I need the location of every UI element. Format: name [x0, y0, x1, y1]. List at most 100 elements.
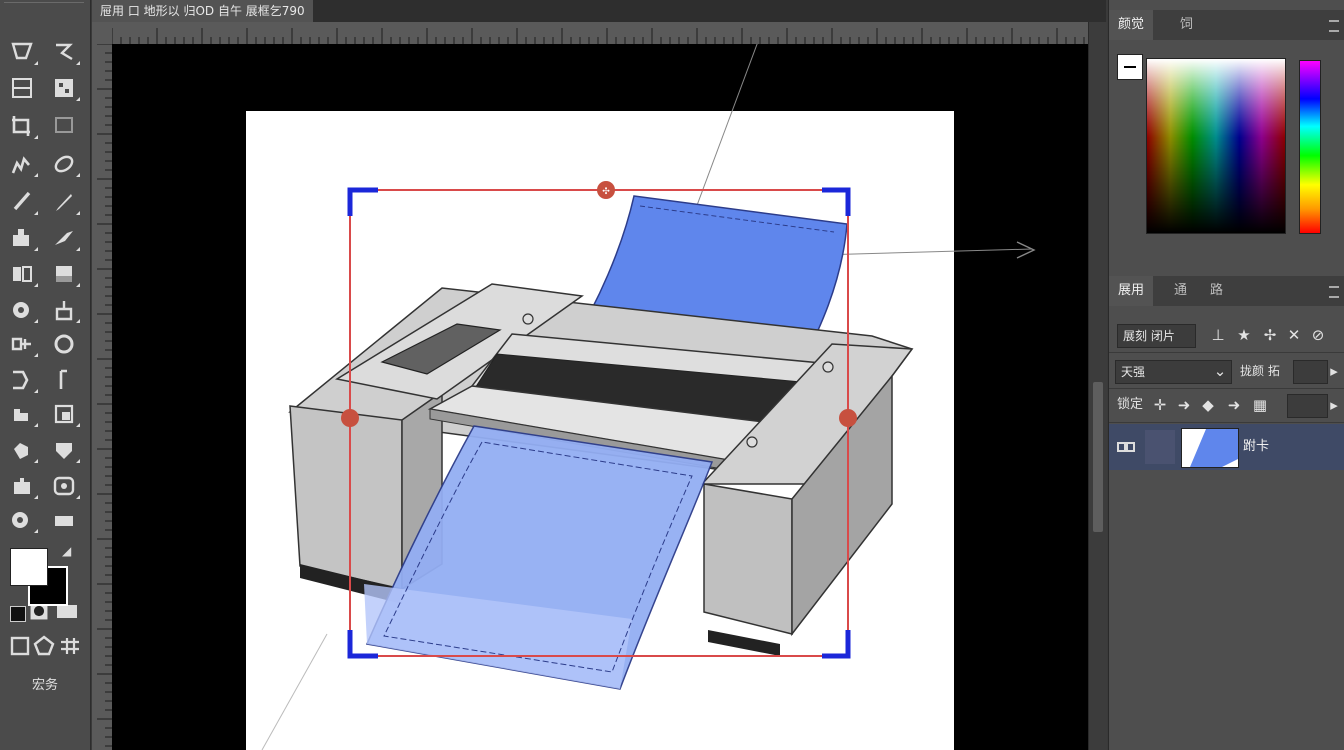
layer-item[interactable]: 跗卡 — [1109, 424, 1344, 470]
extras-button[interactable] — [56, 632, 84, 660]
ruler-origin[interactable] — [92, 22, 112, 44]
fill-field[interactable] — [1287, 394, 1328, 418]
crop-tool[interactable] — [8, 112, 38, 140]
document-tab[interactable]: 屉用 口 地形以 归OD 自午 展框乞790 — [92, 0, 313, 22]
edit-toolbar-button[interactable] — [30, 632, 58, 660]
stamp-tool[interactable] — [8, 224, 38, 252]
move-tool[interactable] — [8, 74, 36, 102]
tab-swatches[interactable]: 饲 — [1171, 10, 1202, 40]
lock-transparent-icon[interactable]: ✛ — [1149, 394, 1171, 416]
tab-channels[interactable]: 通 — [1165, 276, 1196, 306]
filter-adjust-icon[interactable]: ★ — [1233, 324, 1255, 346]
swap-colors-icon[interactable]: ◢ — [62, 544, 71, 558]
ellipse-tool[interactable] — [50, 330, 78, 358]
filter-pixel-icon[interactable]: ⊥ — [1207, 324, 1229, 346]
ellipse-icon — [54, 334, 74, 354]
healing-tool[interactable] — [50, 150, 80, 178]
opacity-arrow-icon[interactable]: ▸ — [1323, 360, 1344, 382]
eraser-tool[interactable] — [8, 260, 38, 288]
layer-thumbnail[interactable] — [1181, 428, 1239, 468]
pen-tool[interactable] — [8, 330, 38, 358]
layer-filter-select[interactable]: 展刻 闭片 — [1117, 324, 1196, 348]
color-panel-menu-icon[interactable] — [1329, 20, 1339, 32]
lock-all-icon[interactable]: ▦ — [1249, 394, 1271, 416]
pen-icon — [11, 337, 31, 351]
gradient-icon — [56, 266, 72, 282]
blend-row: 天强 ⌄ 拢颜 拓 ▸ — [1109, 354, 1344, 389]
marquee-icon — [11, 42, 33, 60]
marquee-tool[interactable] — [8, 38, 38, 66]
quick-select-icon — [55, 79, 73, 97]
rotate-icon — [53, 476, 75, 496]
polygon-icon — [33, 635, 55, 656]
toolbar-grip[interactable] — [4, 2, 84, 9]
eye-icon[interactable] — [1117, 438, 1135, 456]
canvas-workspace[interactable]: ✣ — [112, 44, 1088, 750]
tab-color[interactable]: 颜觉 — [1109, 10, 1154, 40]
lock-image-icon[interactable]: ➜ — [1173, 394, 1195, 416]
color-spectrum-field[interactable] — [1146, 58, 1286, 234]
lock-label: 锁定 — [1116, 397, 1143, 412]
type-icon — [13, 370, 29, 390]
pencil-tool[interactable] — [50, 188, 80, 216]
filter-smart-icon[interactable]: ⊘ — [1307, 324, 1329, 346]
lock-artboard-icon[interactable]: ➜ — [1223, 394, 1245, 416]
canvas-vertical-scrollbar[interactable] — [1088, 22, 1107, 750]
3d-tool[interactable] — [8, 472, 38, 500]
filter-type-icon[interactable]: ✢ — [1259, 324, 1281, 346]
lasso-icon — [56, 43, 73, 61]
cube-icon — [14, 478, 30, 494]
filter-shape-icon[interactable]: ✕ — [1283, 324, 1305, 346]
horizontal-ruler[interactable] — [112, 22, 1088, 45]
count-tool[interactable] — [50, 506, 78, 534]
tab-paths[interactable]: 路 — [1201, 276, 1232, 306]
layer-mask-thumb[interactable] — [1145, 430, 1175, 464]
shape-tool[interactable] — [50, 400, 80, 428]
eyedropper-icon — [11, 156, 30, 174]
blend-dropdown-icon[interactable]: ⌄ — [1209, 360, 1231, 382]
rotate-view-tool[interactable] — [50, 472, 80, 500]
history-brush-icon — [55, 231, 73, 245]
history-brush-tool[interactable] — [50, 224, 80, 252]
artboard-icon — [12, 78, 32, 98]
scrollbar-thumb[interactable] — [1093, 382, 1103, 532]
hue-slider[interactable] — [1299, 60, 1321, 234]
foreground-color-swatch[interactable] — [10, 548, 48, 586]
frame-icon — [55, 117, 73, 133]
blur-tool[interactable] — [8, 296, 38, 324]
hand-tool[interactable] — [8, 436, 38, 464]
vertical-type-tool[interactable] — [50, 366, 78, 394]
default-colors-icon[interactable] — [10, 606, 26, 622]
dodge-tool[interactable] — [50, 296, 80, 324]
layers-panel-tabs: 展用 通 路 — [1109, 276, 1344, 306]
layer-name[interactable]: 跗卡 — [1243, 424, 1269, 470]
path-select-icon — [14, 409, 28, 421]
fill-arrow-icon[interactable]: ▸ — [1323, 394, 1344, 416]
current-color-chip[interactable] — [1117, 54, 1143, 80]
quick-select-tool[interactable] — [50, 74, 80, 102]
right-panel-dock: 颜觉 饲 展用 通 路 展刻 闭片 ⊥ ★ ✢ ✕ ⊘ 天强 ⌄ 拢颜 拓 ▸ … — [1108, 0, 1344, 750]
brush-icon — [13, 191, 31, 211]
lasso-tool[interactable] — [50, 38, 80, 66]
pencil-icon — [56, 194, 72, 211]
frame-tool[interactable] — [50, 112, 78, 140]
eraser-icon — [13, 266, 32, 282]
blur-icon — [13, 302, 29, 318]
zoom-icon — [56, 443, 72, 459]
tab-layers[interactable]: 展用 — [1109, 276, 1154, 306]
gradient-tool[interactable] — [50, 260, 80, 288]
brush-tool[interactable] — [8, 188, 38, 216]
eyedropper-tool[interactable] — [8, 150, 38, 178]
zoom-tool[interactable] — [50, 436, 80, 464]
shape-icon — [54, 404, 74, 424]
vertical-ruler[interactable] — [92, 44, 113, 750]
lock-position-icon[interactable]: ◆ — [1197, 394, 1219, 416]
type-tool[interactable] — [8, 366, 38, 394]
thumbnail-image — [1190, 429, 1238, 467]
tools-panel: ◢ 宏务 — [0, 0, 91, 750]
note-tool[interactable] — [8, 506, 38, 534]
count-icon — [55, 516, 73, 526]
path-select-tool[interactable] — [8, 400, 38, 428]
printer-illustration: ✣ — [261, 44, 1036, 750]
layers-panel-menu-icon[interactable] — [1329, 286, 1339, 298]
